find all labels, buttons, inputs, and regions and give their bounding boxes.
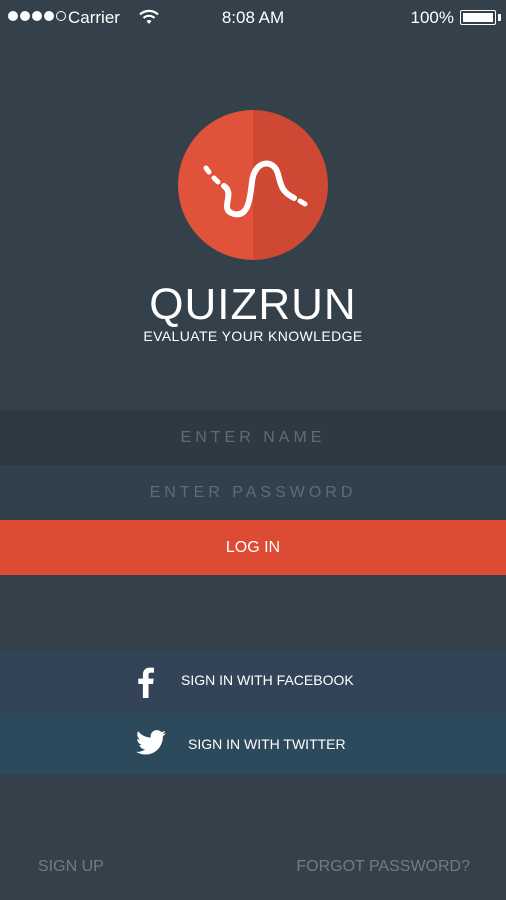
- login-button[interactable]: LOG IN: [0, 520, 506, 575]
- password-input[interactable]: [0, 465, 506, 520]
- name-field-row: [0, 410, 506, 465]
- name-input[interactable]: [0, 410, 506, 465]
- twitter-signin-button[interactable]: SIGN IN WITH TWITTER: [0, 712, 506, 774]
- app-title: QUIZRUN: [149, 280, 357, 329]
- facebook-signin-label: SIGN IN WITH FACEBOOK: [181, 672, 354, 688]
- facebook-icon: [138, 667, 154, 698]
- battery-percent: 100%: [410, 8, 454, 27]
- app-subtitle: EVALUATE YOUR KNOWLEDGE: [143, 328, 363, 344]
- forgot-password-link[interactable]: FORGOT PASSWORD?: [296, 858, 470, 876]
- sign-up-link[interactable]: SIGN UP: [38, 858, 104, 876]
- twitter-signin-label: SIGN IN WITH TWITTER: [188, 736, 346, 752]
- password-field-row: [0, 465, 506, 520]
- login-label: LOG IN: [225, 538, 281, 556]
- winding-path-icon: [203, 160, 308, 218]
- app-logo: [178, 110, 328, 260]
- status-bar: Carrier 8:08 AM 100%: [0, 0, 506, 36]
- battery-icon: [460, 10, 496, 25]
- twitter-icon: [136, 730, 166, 755]
- facebook-signin-button[interactable]: SIGN IN WITH FACEBOOK: [0, 650, 506, 712]
